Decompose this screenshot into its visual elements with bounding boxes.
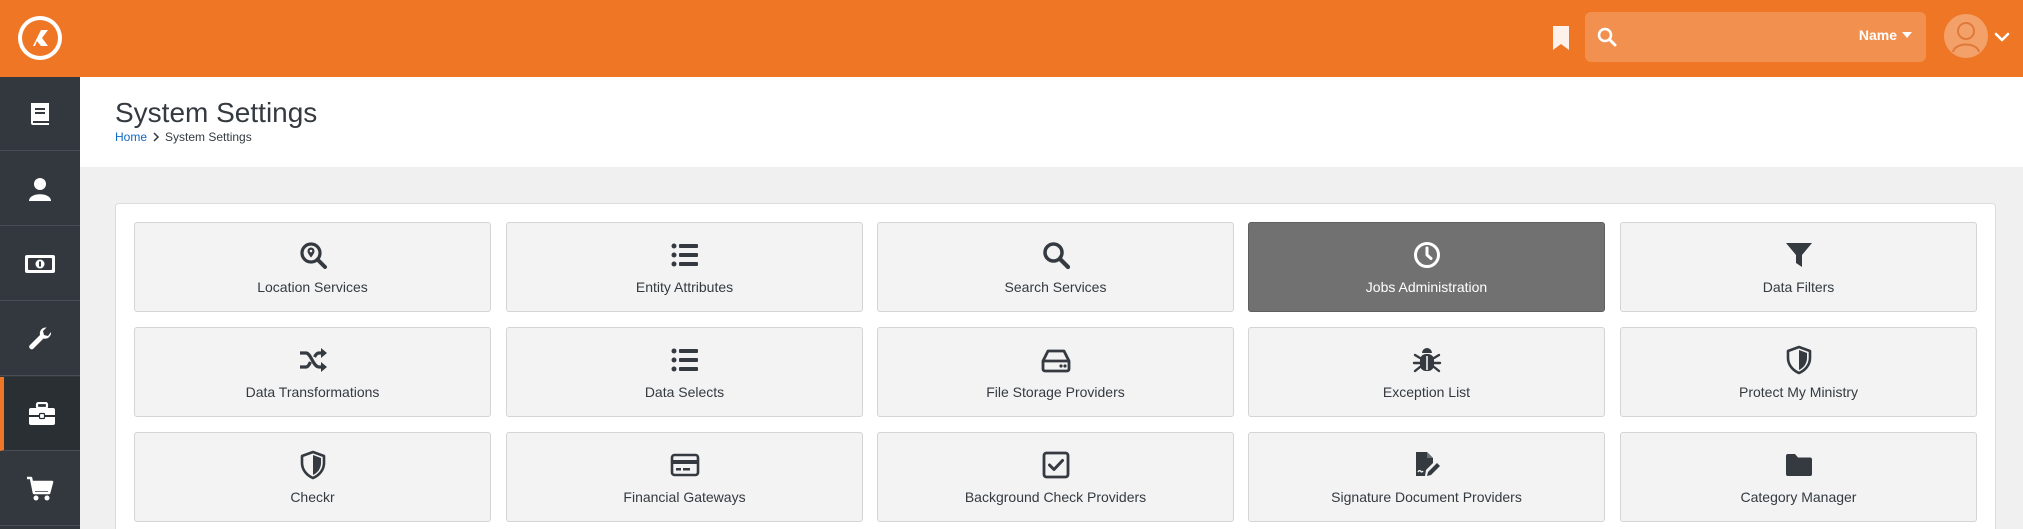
tile-label: Category Manager xyxy=(1740,488,1857,505)
breadcrumb: Home System Settings xyxy=(115,130,252,144)
clock-icon xyxy=(1413,241,1440,268)
tile-location-services[interactable]: Location Services xyxy=(134,222,491,312)
folder-icon xyxy=(1785,453,1812,476)
tile-label: Entity Attributes xyxy=(635,278,734,295)
sidebar-item-admin[interactable] xyxy=(0,377,80,451)
search-filter-label: Name xyxy=(1858,27,1897,43)
cart-icon xyxy=(27,476,54,500)
top-navbar: Name xyxy=(0,0,2023,77)
tile-label: Location Services xyxy=(257,278,368,295)
sidebar-item-tools[interactable] xyxy=(0,302,80,376)
search-filter-dropdown[interactable]: Name xyxy=(1859,27,1912,43)
search-icon xyxy=(1042,241,1070,269)
page-header: System Settings Home System Settings xyxy=(80,77,2023,167)
chevron-down-icon[interactable] xyxy=(1994,29,2010,45)
tile-label: Data Transformations xyxy=(245,383,380,400)
shield-icon xyxy=(300,450,325,479)
tile-category-manager[interactable]: Category Manager xyxy=(1620,432,1977,522)
breadcrumb-current: System Settings xyxy=(165,130,252,144)
tile-data-selects[interactable]: Data Selects xyxy=(506,327,863,417)
search-input[interactable] xyxy=(1627,22,1827,52)
tile-label: Exception List xyxy=(1382,383,1471,400)
search-box: Name xyxy=(1585,12,1926,62)
tile-background-check-providers[interactable]: Background Check Providers xyxy=(877,432,1234,522)
briefcase-icon xyxy=(29,401,55,425)
tile-file-storage-providers[interactable]: File Storage Providers xyxy=(877,327,1234,417)
tile-entity-attributes[interactable]: Entity Attributes xyxy=(506,222,863,312)
bug-icon xyxy=(1412,347,1441,372)
tile-label: File Storage Providers xyxy=(986,383,1125,400)
tile-checkr[interactable]: Checkr xyxy=(134,432,491,522)
bookmark-icon[interactable] xyxy=(1551,26,1571,50)
rock-logo-icon[interactable] xyxy=(18,16,62,60)
tile-label: Data Selects xyxy=(644,383,725,400)
tile-jobs-administration[interactable]: Jobs Administration xyxy=(1248,222,1605,312)
tile-data-filters[interactable]: Data Filters xyxy=(1620,222,1977,312)
wrench-icon xyxy=(29,326,52,349)
tile-label: Background Check Providers xyxy=(964,488,1147,505)
tile-label: Protect My Ministry xyxy=(1738,383,1858,400)
caret-down-icon xyxy=(1902,32,1912,38)
tile-label: Checkr xyxy=(290,488,335,505)
random-icon xyxy=(299,347,327,372)
credit-card-icon xyxy=(670,453,699,476)
tile-label: Data Filters xyxy=(1762,278,1835,295)
tile-label: Signature Document Providers xyxy=(1331,488,1522,505)
shield-icon xyxy=(1786,345,1811,374)
list-icon xyxy=(671,348,698,371)
sidebar-item-shop[interactable] xyxy=(0,452,80,526)
hdd-icon xyxy=(1041,349,1070,372)
search-icon xyxy=(1597,27,1617,47)
filter-icon xyxy=(1785,242,1812,267)
tile-financial-gateways[interactable]: Financial Gateways xyxy=(506,432,863,522)
sidebar-item-finance[interactable] xyxy=(0,227,80,301)
chevron-right-icon xyxy=(153,132,160,142)
search-location-icon xyxy=(299,241,327,269)
book-icon xyxy=(31,102,49,125)
tile-data-transformations[interactable]: Data Transformations xyxy=(134,327,491,417)
list-icon xyxy=(671,243,698,266)
tile-label: Search Services xyxy=(1004,278,1107,295)
sidebar xyxy=(0,77,80,529)
tile-label: Financial Gateways xyxy=(623,488,746,505)
user-icon xyxy=(29,177,51,201)
file-signature-icon xyxy=(1415,451,1440,476)
user-avatar-icon[interactable] xyxy=(1944,14,1988,58)
tile-signature-document-providers[interactable]: Signature Document Providers xyxy=(1248,432,1605,522)
tile-exception-list[interactable]: Exception List xyxy=(1248,327,1605,417)
check-square-icon xyxy=(1042,451,1069,478)
tile-protect-my-ministry[interactable]: Protect My Ministry xyxy=(1620,327,1977,417)
tile-label: Jobs Administration xyxy=(1365,278,1488,295)
money-icon xyxy=(25,254,55,273)
sidebar-item-people[interactable] xyxy=(0,152,80,226)
sidebar-item-book[interactable] xyxy=(0,77,80,151)
breadcrumb-home-link[interactable]: Home xyxy=(115,130,147,144)
tile-search-services[interactable]: Search Services xyxy=(877,222,1234,312)
page-title: System Settings xyxy=(115,97,318,128)
